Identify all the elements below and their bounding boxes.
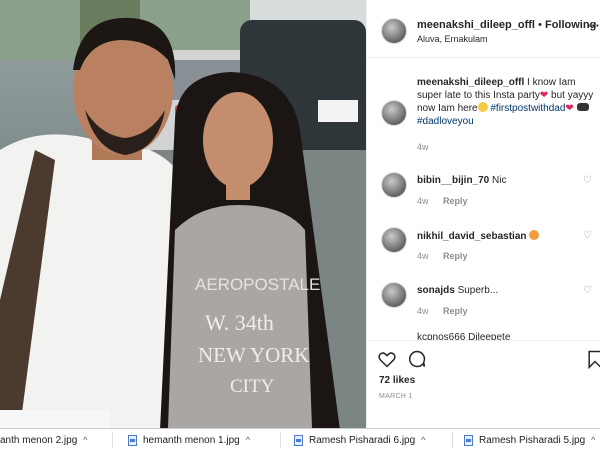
comment-like-heart-icon[interactable]: ♡ [583,230,592,241]
comment-username[interactable]: bibin__bijin_70 [417,175,489,186]
shirt-line3-text: CITY [230,376,275,397]
divider [112,432,113,448]
shirt-brand-text: AEROPOSTALE [195,275,320,294]
reply-button[interactable]: Reply [443,196,468,206]
chevron-up-icon[interactable]: ^ [83,435,87,445]
author-avatar[interactable] [381,18,407,44]
like-heart-icon[interactable] [377,349,397,369]
comment-text: bibin__bijin_70 Nic [417,175,506,186]
post-photo[interactable]: AEROPOSTALE W. 34th NEW YORK CITY [0,0,366,428]
download-item[interactable]: anth menon 2.jpg ^ [0,429,88,450]
post-side-panel: meenakshi_dileep_offl • Following Aluva,… [366,0,600,428]
post-actions: 72 likes MARCH 1 [367,340,600,428]
download-item[interactable]: Ramesh Pisharadi 5.jpg ^ [464,429,595,450]
smile-emoji-icon [477,102,488,112]
comment-text: sonajds Superb... [417,285,498,296]
comment-username[interactable]: sonajds [417,285,455,296]
post-header: meenakshi_dileep_offl • Following Aluva,… [367,0,600,58]
hashtag-dadloveyou[interactable]: #dadloveyou [417,116,474,127]
commenter-avatar[interactable] [381,172,407,198]
commenter-avatar[interactable] [381,282,407,308]
chevron-up-icon[interactable]: ^ [421,435,425,445]
download-filename: anth menon 2.jpg [0,434,78,446]
image-file-icon [294,434,303,446]
image-file-icon [128,434,137,446]
comment-text: nikhil_david_sebastian [417,230,540,242]
comment-time[interactable]: 4w [417,251,429,261]
bookmark-icon[interactable] [585,349,600,369]
comment-body: Superb... [457,285,499,296]
download-filename: Ramesh Pisharadi 5.jpg [479,434,586,446]
heart-emoji-icon: ❤ [539,90,549,101]
separator-dot: • [538,19,542,31]
comment-body: Nic [492,175,507,186]
instagram-post-viewer: AEROPOSTALE W. 34th NEW YORK CITY meenak… [0,0,600,450]
chevron-up-icon[interactable]: ^ [246,435,250,445]
download-item[interactable]: Ramesh Pisharadi 6.jpg ^ [294,429,425,450]
author-username[interactable]: meenakshi_dileep_offl [417,19,535,31]
car-emoji-icon [576,103,589,111]
emoji-icon [529,230,540,240]
caption-username[interactable]: meenakshi_dileep_offl [417,77,524,88]
download-item[interactable]: hemanth menon 1.jpg ^ [128,429,250,450]
comment-meta: 4w Reply [417,306,480,316]
comment-item: sonajds Superb... 4w Reply ♡ [367,282,600,338]
caption-author-avatar[interactable] [381,100,407,126]
likes-count[interactable]: 72 likes [379,375,415,386]
caption-timestamp[interactable]: 4w [417,142,429,152]
comment-time[interactable]: 4w [417,196,429,206]
reply-button[interactable]: Reply [443,251,468,261]
commenter-avatar[interactable] [381,227,407,253]
downloads-bar: anth menon 2.jpg ^ hemanth menon 1.jpg ^… [0,428,600,450]
shirt-line1-text: W. 34th [205,310,274,335]
more-icon[interactable]: ··· [587,18,600,33]
comment-item: nikhil_david_sebastian 4w Reply ♡ [367,227,600,283]
comment-item: bibin__bijin_70 Nic 4w Reply ♡ [367,172,600,228]
reply-button[interactable]: Reply [443,306,468,316]
post-caption: meenakshi_dileep_offl I know Iam super l… [417,76,595,128]
post-date: MARCH 1 [379,393,413,400]
divider [280,432,281,448]
author-username-line: meenakshi_dileep_offl • Following [417,19,596,31]
comment-bubble-icon[interactable] [407,349,427,369]
comment-like-heart-icon[interactable]: ♡ [583,175,592,186]
hashtag-firstpostwithdad[interactable]: #firstpostwithdad [490,103,565,114]
comment-like-heart-icon[interactable]: ♡ [583,285,592,296]
post-location[interactable]: Aluva, Ernakulam [417,34,488,44]
image-file-icon [464,434,473,446]
comment-meta: 4w Reply [417,196,480,206]
comment-meta: 4w Reply [417,251,480,261]
shirt-line2-text: NEW YORK [198,343,309,367]
heart-emoji-icon: ❤ [565,103,574,114]
download-filename: hemanth menon 1.jpg [143,434,240,446]
comment-time[interactable]: 4w [417,306,429,316]
chevron-up-icon[interactable]: ^ [591,435,595,445]
photo-illustration: AEROPOSTALE W. 34th NEW YORK CITY [0,0,366,428]
divider [452,432,453,448]
comment-username[interactable]: nikhil_david_sebastian [417,231,527,242]
download-filename: Ramesh Pisharadi 6.jpg [309,434,416,446]
